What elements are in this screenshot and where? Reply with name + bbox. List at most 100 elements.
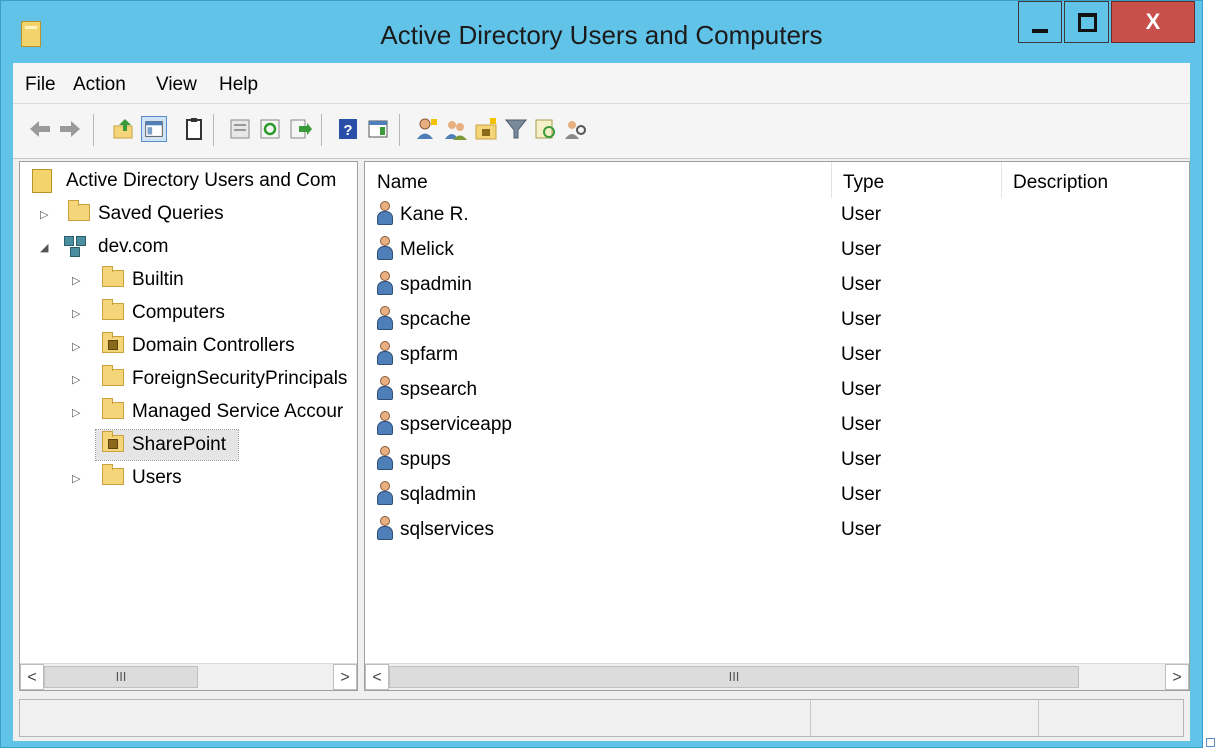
expand-icon[interactable]: ▷ — [72, 307, 80, 320]
aduc-icon — [32, 169, 52, 193]
svg-text:?: ? — [343, 122, 352, 139]
menu-action[interactable]: Action — [73, 74, 126, 96]
app-window: Active Directory Users and Computers X F… — [0, 0, 1203, 748]
ou-folder-icon — [102, 431, 124, 452]
expand-icon[interactable]: ▷ — [40, 208, 48, 221]
close-button[interactable]: X — [1111, 1, 1195, 43]
list-item[interactable]: Kane R. User — [375, 198, 1175, 233]
client-area: File Action View Help ? Active Directory… — [13, 63, 1190, 741]
tree-item-dev-com[interactable]: ◢ dev.com — [32, 232, 352, 262]
expand-icon[interactable]: ▷ — [72, 406, 80, 419]
toolbar: ? — [13, 104, 1190, 159]
menu-bar: File Action View Help — [13, 63, 1190, 104]
tree-item-builtin[interactable]: ▷ Builtin — [32, 265, 352, 295]
close-icon: X — [1145, 9, 1161, 34]
scroll-left-icon[interactable]: < — [365, 664, 389, 690]
console-tree[interactable]: Active Directory Users and Com ▷ Saved Q… — [19, 161, 358, 691]
folder-icon — [68, 200, 90, 221]
user-icon — [375, 376, 395, 402]
scroll-left-icon[interactable]: < — [20, 664, 44, 690]
tree-item-computers[interactable]: ▷ Computers — [32, 298, 352, 328]
scroll-right-icon[interactable]: > — [333, 664, 357, 690]
toolbar-separator — [93, 114, 94, 146]
properties-icon[interactable] — [181, 116, 207, 142]
toolbar-separator — [321, 114, 322, 146]
maximize-button[interactable] — [1064, 1, 1109, 43]
user-icon — [375, 411, 395, 437]
ou-folder-icon — [102, 332, 124, 353]
user-icon — [375, 341, 395, 367]
panes: Active Directory Users and Com ▷ Saved Q… — [19, 161, 1190, 691]
filter-icon[interactable] — [503, 116, 529, 142]
scroll-right-icon[interactable]: > — [1165, 664, 1189, 690]
status-bar — [19, 699, 1184, 737]
title-bar[interactable]: Active Directory Users and Computers X — [1, 1, 1202, 63]
export-list-icon[interactable] — [227, 116, 253, 142]
tree-item-domain-controllers[interactable]: ▷ Domain Controllers — [32, 331, 352, 361]
domain-icon — [64, 236, 88, 258]
folder-icon — [102, 398, 124, 419]
user-icon — [375, 201, 395, 227]
column-header-description[interactable]: Description — [1001, 162, 1191, 198]
list-item[interactable]: sqlservices User — [375, 513, 1175, 548]
forward-icon[interactable] — [57, 116, 83, 142]
collapse-icon[interactable]: ◢ — [40, 241, 48, 254]
user-icon — [375, 481, 395, 507]
column-header-name[interactable]: Name — [365, 162, 831, 198]
find-icon[interactable] — [533, 116, 559, 142]
create-group-icon[interactable] — [443, 116, 469, 142]
back-icon[interactable] — [27, 116, 53, 142]
results-list[interactable]: Name Type Description Kane R. User Melick… — [364, 161, 1190, 691]
tree-horizontal-scrollbar[interactable]: < III > — [20, 663, 357, 690]
user-icon — [375, 306, 395, 332]
scrollbar-thumb[interactable]: III — [389, 666, 1079, 688]
folder-icon — [102, 299, 124, 320]
list-item[interactable]: spserviceapp User — [375, 408, 1175, 443]
folder-icon — [102, 365, 124, 386]
list-item[interactable]: spups User — [375, 443, 1175, 478]
toolbar-separator — [399, 114, 400, 146]
expand-icon[interactable]: ▷ — [72, 373, 80, 386]
resize-grip-icon[interactable] — [1206, 738, 1215, 747]
tree-item-managed-service-accounts[interactable]: ▷ Managed Service Accour — [32, 397, 356, 427]
menu-view[interactable]: View — [156, 74, 197, 96]
expand-icon[interactable]: ▷ — [72, 274, 80, 287]
list-item[interactable]: sqladmin User — [375, 478, 1175, 513]
folder-icon — [102, 266, 124, 287]
status-cell — [1038, 700, 1184, 736]
create-user-icon[interactable] — [413, 116, 439, 142]
add-to-group-icon[interactable] — [563, 116, 589, 142]
expand-icon[interactable]: ▷ — [72, 340, 80, 353]
tree-item-users[interactable]: ▷ Users — [32, 463, 352, 493]
expand-icon[interactable]: ▷ — [72, 472, 80, 485]
show-hide-console-tree-icon[interactable] — [141, 116, 167, 142]
up-one-level-icon[interactable] — [111, 116, 137, 142]
list-item[interactable]: Melick User — [375, 233, 1175, 268]
user-icon — [375, 446, 395, 472]
help-icon[interactable]: ? — [335, 116, 361, 142]
list-item[interactable]: spadmin User — [375, 268, 1175, 303]
list-horizontal-scrollbar[interactable]: < III > — [365, 663, 1189, 690]
show-action-pane-icon[interactable] — [365, 116, 391, 142]
status-cell — [810, 700, 1038, 736]
minimize-button[interactable] — [1018, 1, 1062, 43]
list-item[interactable]: spsearch User — [375, 373, 1175, 408]
menu-help[interactable]: Help — [219, 74, 258, 96]
user-icon — [375, 271, 395, 297]
tree-item-sharepoint[interactable]: SharePoint — [95, 429, 239, 461]
scrollbar-thumb[interactable]: III — [44, 666, 198, 688]
refresh-icon[interactable] — [257, 116, 283, 142]
user-icon — [375, 236, 395, 262]
create-ou-icon[interactable] — [473, 116, 499, 142]
tree-root[interactable]: Active Directory Users and Com — [32, 166, 352, 196]
list-item[interactable]: spfarm User — [375, 338, 1175, 373]
export-icon[interactable] — [287, 116, 313, 142]
column-header-type[interactable]: Type — [831, 162, 1001, 198]
list-item[interactable]: spcache User — [375, 303, 1175, 338]
user-icon — [375, 516, 395, 542]
menu-file[interactable]: File — [25, 74, 56, 96]
tree-item-foreign-security-principals[interactable]: ▷ ForeignSecurityPrincipals — [32, 364, 356, 394]
toolbar-separator — [213, 114, 214, 146]
tree-item-saved-queries[interactable]: ▷ Saved Queries — [32, 199, 352, 229]
folder-icon — [102, 464, 124, 485]
